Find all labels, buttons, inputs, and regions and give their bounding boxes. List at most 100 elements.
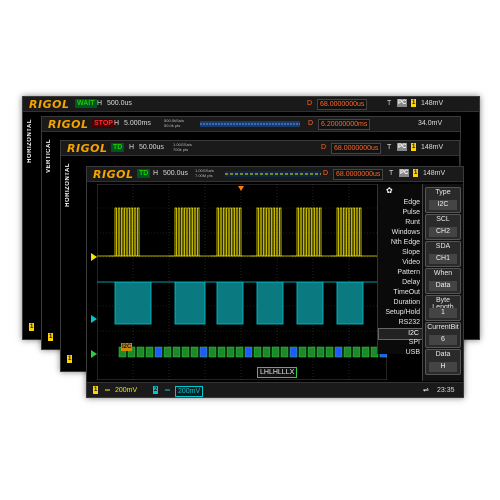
timebase-value[interactable]: 50.00us bbox=[139, 143, 164, 152]
side-menu-label: HORIZONTAL bbox=[65, 163, 71, 207]
ch1-scale[interactable]: 200mV bbox=[115, 386, 137, 395]
delay-value[interactable]: 68.0000000us bbox=[333, 169, 384, 180]
trigger-level[interactable]: 148mV bbox=[421, 99, 443, 108]
trigger-level[interactable]: 148mV bbox=[423, 169, 445, 178]
decode-packet bbox=[181, 346, 190, 358]
trigger-type-usb[interactable]: USB bbox=[378, 348, 424, 358]
trigger-type-delay[interactable]: Delay bbox=[378, 278, 424, 288]
softkey-value: H bbox=[429, 362, 457, 372]
ch1-badge: 1 bbox=[67, 355, 73, 363]
decode-packet bbox=[217, 346, 226, 358]
delay-value[interactable]: 6.20000000ms bbox=[318, 119, 371, 130]
decode-packet bbox=[253, 346, 262, 358]
ch1-badge[interactable]: 1 bbox=[93, 386, 99, 394]
softkey-title: SCL bbox=[436, 216, 450, 223]
top-status-bar: RIGOL STOP H 5.000ms 500.0kSa/s 50.0k pt… bbox=[42, 117, 460, 132]
waveform-display bbox=[97, 184, 387, 380]
trigger-type-duration[interactable]: Duration bbox=[378, 298, 424, 308]
delay-value[interactable]: 68.0000000us bbox=[317, 99, 368, 110]
top-status-bar: RIGOL TD H 50.00us 1.00GSa/s 700k pts D … bbox=[61, 141, 459, 156]
trigger-channel-badge: 1 bbox=[411, 99, 417, 107]
trigger-type-rs232[interactable]: RS232 bbox=[378, 318, 424, 328]
side-menu-label: HORIZONTAL bbox=[27, 119, 33, 163]
softkey-scl[interactable]: SCL CH2 bbox=[425, 214, 461, 240]
softkey-title: CurrentBit bbox=[427, 324, 459, 331]
run-status-badge[interactable]: TD bbox=[137, 169, 151, 178]
trigger-coupling[interactable]: PC bbox=[399, 169, 410, 177]
memory-depth: 700k pts bbox=[173, 147, 189, 152]
trigger-type-setup-hold[interactable]: Setup/Hold bbox=[378, 308, 424, 318]
softkey-title: SDA bbox=[435, 243, 451, 250]
usb-icon: ⇌ bbox=[423, 387, 429, 394]
trigger-type-runt[interactable]: Runt bbox=[378, 218, 424, 228]
run-status-badge[interactable]: TD bbox=[111, 143, 125, 152]
trigger-type-windows[interactable]: Windows bbox=[378, 228, 424, 238]
run-status-badge[interactable]: STOP bbox=[92, 119, 115, 128]
clock-time: 23:35 bbox=[437, 387, 455, 394]
ch2-offset-marker[interactable] bbox=[91, 315, 97, 323]
decode-packet bbox=[262, 346, 271, 358]
side-menu-label: VERTICAL bbox=[46, 139, 52, 173]
trigger-type-video[interactable]: Video bbox=[378, 258, 424, 268]
timebase-value[interactable]: 5.000ms bbox=[124, 119, 151, 128]
trigger-type-pulse[interactable]: Pulse bbox=[378, 208, 424, 218]
decode-packet bbox=[226, 346, 235, 358]
top-status-bar: RIGOL WAIT H 500.0us D 68.0000000us T PC… bbox=[23, 97, 479, 112]
softkey-currentbit[interactable]: CurrentBit 6 bbox=[425, 322, 461, 348]
top-status-bar: RIGOL TD H 500.0us 1.00GSa/s 7.00M pts D… bbox=[87, 167, 463, 182]
ch2-block bbox=[336, 281, 364, 325]
decode-packet bbox=[163, 346, 172, 358]
softkey-value: CH2 bbox=[429, 227, 457, 237]
trigger-type-edge[interactable]: Edge bbox=[378, 198, 424, 208]
delay-label: D bbox=[307, 100, 313, 107]
delay-value[interactable]: 68.0000000us bbox=[331, 143, 382, 154]
ch2-scale[interactable]: 200mV bbox=[175, 386, 204, 397]
trigger-type-pattern[interactable]: Pattern bbox=[378, 268, 424, 278]
decode-packet bbox=[361, 346, 370, 358]
decode-packet bbox=[199, 346, 208, 358]
trigger-channel-badge: 1 bbox=[413, 169, 419, 177]
trigger-type-slope[interactable]: Slope bbox=[378, 248, 424, 258]
trigger-type-spi[interactable]: SPI bbox=[378, 338, 424, 348]
waveform-overview-bar bbox=[200, 121, 300, 127]
run-status-badge[interactable]: WAIT bbox=[75, 99, 97, 108]
ch2-block bbox=[114, 281, 152, 325]
bottom-channel-bar: 1 ═ 200mV 2 ═ 200mV ⇌ 23:35 bbox=[87, 382, 463, 397]
trigger-coupling[interactable]: PC bbox=[397, 99, 408, 107]
trigger-type-timeout[interactable]: TimeOut bbox=[378, 288, 424, 298]
decode-packet bbox=[271, 346, 280, 358]
rigol-logo: RIGOL bbox=[67, 142, 108, 155]
ch1-coupling-icon: ═ bbox=[105, 387, 110, 394]
trigger-type-nth-edge[interactable]: Nth Edge bbox=[378, 238, 424, 248]
trigger-label: T bbox=[387, 144, 392, 151]
memory-depth: 50.0k pts bbox=[164, 123, 181, 128]
decode-packet bbox=[289, 346, 298, 358]
decode-trigger-pattern: LHLHLLLX bbox=[257, 367, 298, 378]
ch1-badge: 1 bbox=[48, 333, 54, 341]
softkey-byte-length[interactable]: Byte Length1 bbox=[425, 295, 461, 321]
timebase-label: H bbox=[114, 120, 120, 127]
trigger-coupling[interactable]: PC bbox=[397, 143, 408, 151]
softkey-when[interactable]: When Data bbox=[425, 268, 461, 294]
timebase-label: H bbox=[97, 100, 103, 107]
timebase-value[interactable]: 500.0us bbox=[107, 99, 132, 108]
decode-packet bbox=[172, 346, 181, 358]
decode-packet bbox=[208, 346, 217, 358]
softkey-value: 1 bbox=[429, 308, 457, 318]
trigger-soft-menu: TypeI2CSCLCH2SDACH1WhenDataByte Length1C… bbox=[422, 184, 463, 381]
softkey-type[interactable]: Type I2C bbox=[425, 187, 461, 213]
scope-screen-front: RIGOL TD H 500.0us 1.00GSa/s 7.00M pts D… bbox=[86, 166, 464, 398]
decode-marker[interactable] bbox=[91, 350, 97, 358]
ch2-badge[interactable]: 2 bbox=[153, 386, 159, 394]
timebase-value[interactable]: 500.0us bbox=[163, 169, 188, 178]
softkey-title: When bbox=[433, 270, 453, 277]
ch1-offset-marker[interactable] bbox=[91, 253, 97, 261]
softkey-data[interactable]: Data H bbox=[425, 349, 461, 375]
trigger-label: T bbox=[389, 170, 394, 177]
decode-packet bbox=[334, 346, 343, 358]
decode-packet bbox=[298, 346, 307, 358]
softkey-sda[interactable]: SDA CH1 bbox=[425, 241, 461, 267]
decode-packet bbox=[136, 346, 145, 358]
trigger-level[interactable]: 148mV bbox=[421, 143, 443, 152]
trigger-level[interactable]: 34.0mV bbox=[418, 119, 442, 128]
